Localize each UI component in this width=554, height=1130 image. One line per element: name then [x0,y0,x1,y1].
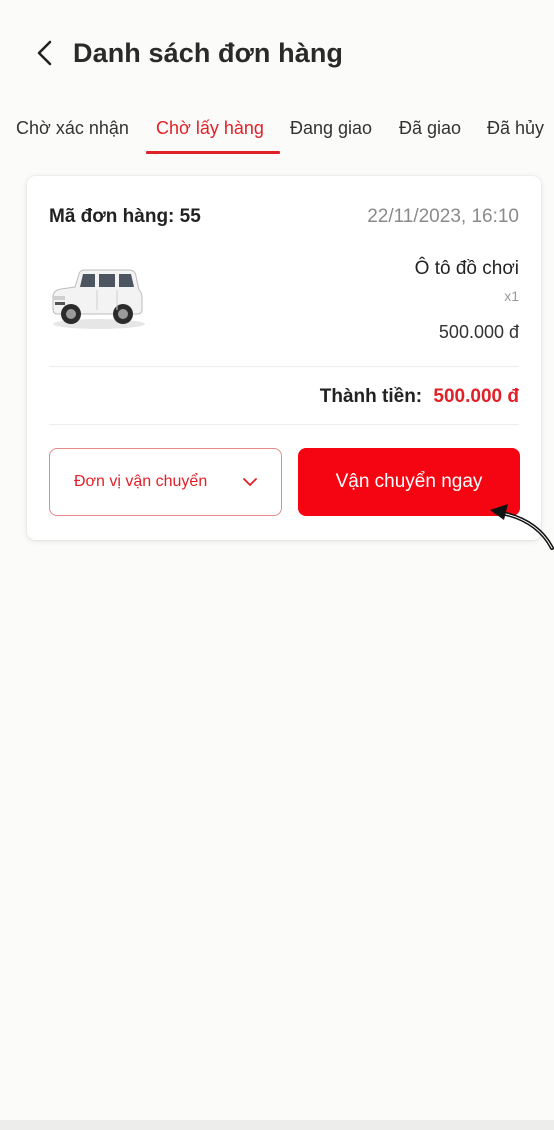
order-code: Mã đơn hàng: 55 [49,206,201,227]
back-button[interactable] [30,36,60,70]
tab-cho-xac-nhan[interactable]: Chờ xác nhận [16,118,129,139]
product-image [52,269,145,329]
order-card[interactable]: Mã đơn hàng: 55 22/11/2023, 16:10 Ô tô đ… [27,176,541,540]
total-value: 500.000 đ [433,386,519,407]
divider [49,366,519,367]
product-price: 500.000 đ [438,322,519,342]
tab-da-giao[interactable]: Đã giao [399,118,461,139]
product-name: Ô tô đồ chơi [414,258,519,279]
order-list-screen: Danh sách đơn hàng Chờ xác nhận Chờ lấy … [0,0,554,1130]
product-quantity: x1 [504,288,519,304]
page-title: Danh sách đơn hàng [73,38,344,68]
ship-now-label: Vận chuyển ngay [335,471,483,492]
total-label: Thành tiền: [319,386,423,407]
order-datetime: 22/11/2023, 16:10 [367,206,519,227]
chevron-down-icon [243,478,257,486]
order-total: Thành tiền: 500.000 đ [320,386,519,408]
tab-dang-giao[interactable]: Đang giao [290,118,372,139]
tab-cho-lay-hang[interactable]: Chờ lấy hàng [156,118,264,139]
cursor-pointer-icon [490,504,554,550]
app-header: Danh sách đơn hàng [0,0,554,100]
shipping-carrier-select[interactable]: Đơn vị vận chuyển [49,448,282,516]
active-tab-indicator [146,151,280,154]
tab-da-huy[interactable]: Đã hủy [487,118,544,139]
divider [49,424,519,425]
chevron-left-icon [37,40,52,66]
order-status-tabs: Chờ xác nhận Chờ lấy hàng Đang giao Đã g… [0,110,554,156]
bottom-system-bar [0,1120,554,1130]
shipping-carrier-placeholder: Đơn vị vận chuyển [74,473,208,490]
